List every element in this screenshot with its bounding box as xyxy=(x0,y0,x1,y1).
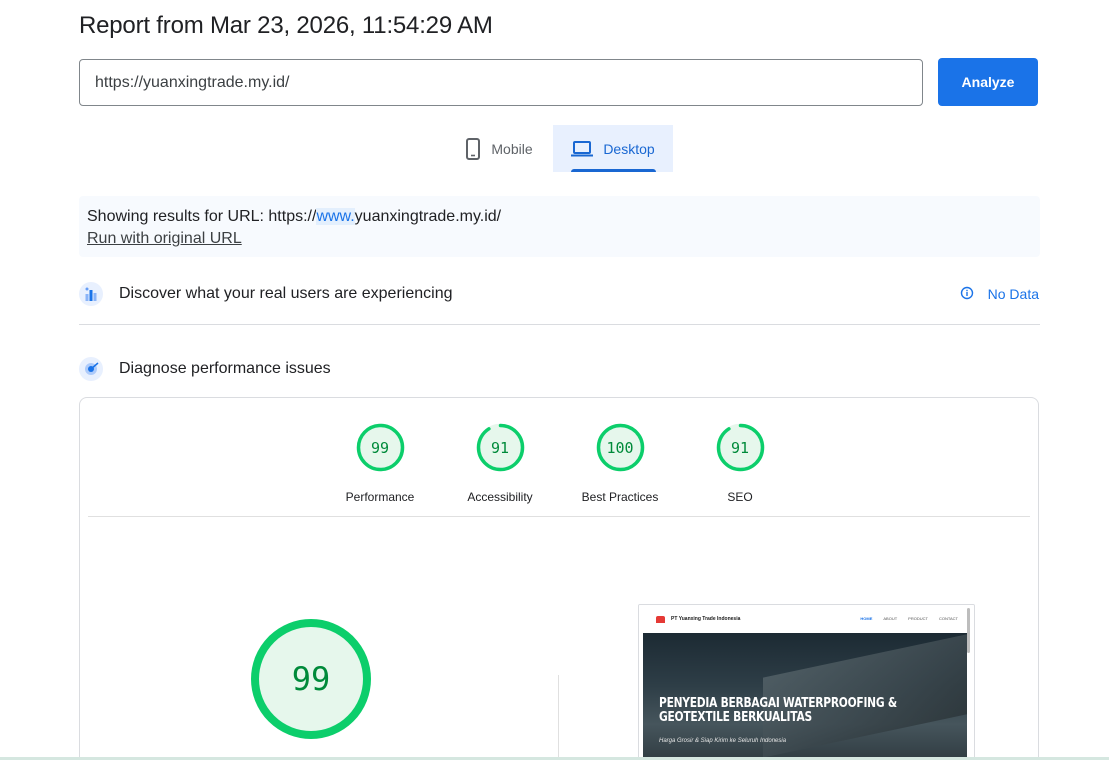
gauge-value: 99 xyxy=(370,438,390,457)
tab-selected-indicator xyxy=(571,169,656,172)
tab-desktop-label: Desktop xyxy=(603,140,655,157)
tab-mobile-label: Mobile xyxy=(491,140,533,157)
gauge-ring: 100 xyxy=(596,423,645,472)
notice-prefix: Showing results for URL: https:// xyxy=(87,208,317,225)
gauge-ring: 91 xyxy=(716,423,765,472)
notice-highlight: www. xyxy=(316,208,355,225)
preview-menu-item: CONTACT xyxy=(938,616,958,621)
no-data-link[interactable]: No Data xyxy=(960,278,1039,310)
score-gauge-performance[interactable]: 99 Performance xyxy=(330,423,430,504)
preview-menu-item: HOME xyxy=(860,616,873,621)
notice-text: Showing results for URL: https://www.yua… xyxy=(87,206,1032,228)
tab-desktop[interactable]: Desktop xyxy=(553,125,673,172)
big-gauge-value: 99 xyxy=(291,660,331,698)
preview-subtitle: Harga Grosir & Siap Kirim ke Seluruh Ind… xyxy=(659,738,787,744)
score-gauge-seo[interactable]: 91 SEO xyxy=(690,423,790,504)
page-screenshot-preview: PT Yuanxing Trade Indonesia HOME ABOUT P… xyxy=(638,604,975,760)
phone-icon xyxy=(465,137,481,160)
gauge-value: 100 xyxy=(606,438,634,457)
users-chart-icon xyxy=(79,282,103,306)
gauge-value: 91 xyxy=(490,438,510,457)
preview-menu-item: ABOUT xyxy=(883,616,898,621)
analyze-button[interactable]: Analyze xyxy=(938,58,1038,106)
laptop-icon xyxy=(571,140,594,157)
preview-brand: PT Yuanxing Trade Indonesia xyxy=(671,616,741,622)
url-redirect-notice: Showing results for URL: https://www.yua… xyxy=(79,196,1040,257)
gauge-value: 91 xyxy=(730,438,750,457)
tab-mobile[interactable]: Mobile xyxy=(445,125,553,172)
lab-data-label: Diagnose performance issues xyxy=(119,360,331,377)
preview-menu-item: PRODUCT xyxy=(908,616,928,621)
gauge-label: Performance xyxy=(345,490,415,504)
report-title: Report from Mar 23, 2026, 11:54:29 AM xyxy=(79,12,493,39)
preview-headline: PENYEDIA BERBAGAI WATERPROOFING & GEOTEX… xyxy=(659,696,897,725)
preview-hero: PENYEDIA BERBAGAI WATERPROOFING & GEOTEX… xyxy=(643,633,967,760)
preview-menu: HOME ABOUT PRODUCT CONTACT xyxy=(860,616,958,621)
field-data-label: Discover what your real users are experi… xyxy=(119,285,453,302)
gauge-label: SEO xyxy=(727,490,753,504)
score-gauge-accessibility[interactable]: 91 Accessibility xyxy=(450,423,550,504)
gauge-ring: 91 xyxy=(476,423,525,472)
lab-diagnose-icon xyxy=(79,357,103,381)
info-icon xyxy=(960,286,974,303)
gauge-label: Best Practices xyxy=(581,490,659,504)
preview-scrollbar xyxy=(967,608,970,653)
no-data-label: No Data xyxy=(987,286,1039,302)
lighthouse-report-card: 99 Performance 91 Accessibility 100 Best Prac… xyxy=(79,397,1039,760)
performance-big-gauge[interactable]: 99 xyxy=(250,618,372,740)
field-data-section[interactable]: Discover what your real users are experi… xyxy=(79,278,1039,310)
card-divider xyxy=(88,516,1030,517)
lab-data-section[interactable]: Diagnose performance issues xyxy=(79,353,1039,385)
url-input[interactable] xyxy=(79,59,923,106)
gauge-ring: 99 xyxy=(356,423,405,472)
run-original-url-link[interactable]: Run with original URL xyxy=(87,228,242,250)
vertical-separator xyxy=(558,675,559,760)
score-gauge-best-practices[interactable]: 100 Best Practices xyxy=(570,423,670,504)
preview-navbar: PT Yuanxing Trade Indonesia HOME ABOUT P… xyxy=(639,605,974,653)
gauge-label: Accessibility xyxy=(467,490,533,504)
notice-suffix: yuanxingtrade.my.id/ xyxy=(354,208,502,225)
section-divider xyxy=(79,324,1040,325)
preview-logo xyxy=(656,615,665,623)
